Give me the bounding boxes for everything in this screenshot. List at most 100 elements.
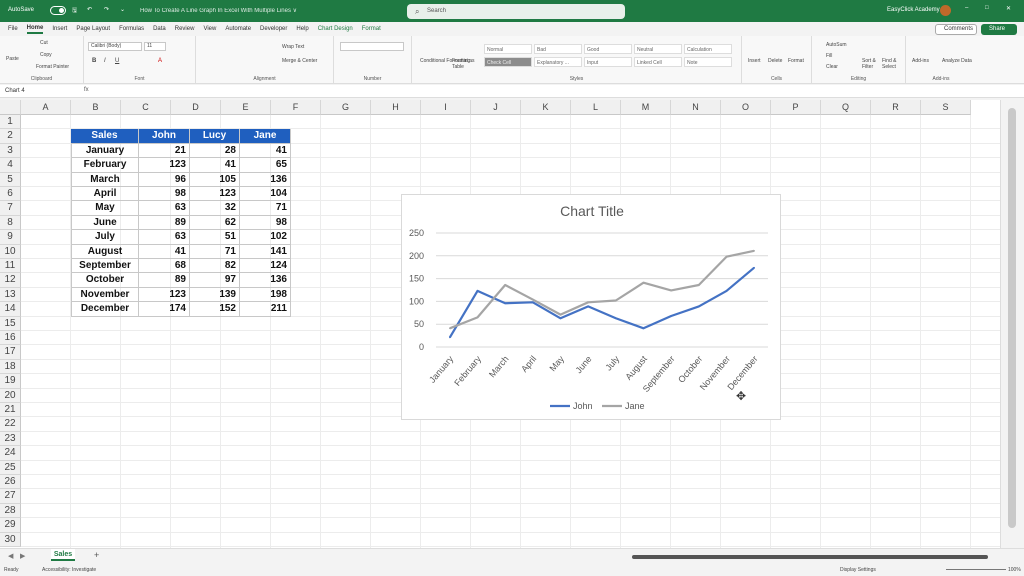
table-cell[interactable]: 136 — [240, 172, 291, 187]
row-header[interactable]: 2 — [0, 129, 21, 144]
row-header[interactable]: 29 — [0, 518, 21, 533]
column-header[interactable]: E — [221, 100, 271, 115]
table-cell[interactable]: 198 — [240, 287, 291, 303]
minimize-button[interactable]: – — [965, 5, 968, 11]
column-header[interactable]: G — [321, 100, 371, 115]
font-name-dropdown[interactable]: Calibri (Body) — [88, 42, 142, 51]
table-cell[interactable]: 102 — [240, 230, 291, 245]
table-cell[interactable]: January — [71, 143, 139, 159]
search-box[interactable]: ⌕ Search — [407, 4, 625, 19]
row-header[interactable]: 4 — [0, 158, 21, 173]
row-header[interactable]: 25 — [0, 460, 21, 475]
row-header[interactable]: 30 — [0, 532, 21, 547]
customize-toolbar-icon[interactable]: ⌄ — [120, 6, 125, 13]
row-header[interactable]: 12 — [0, 273, 21, 288]
tab-home[interactable]: Home — [26, 25, 44, 34]
style-bad[interactable]: Bad — [534, 44, 582, 54]
table-cell[interactable]: 139 — [190, 287, 240, 303]
table-cell[interactable]: September — [71, 259, 139, 274]
row-header[interactable]: 6 — [0, 187, 21, 202]
cut-button[interactable]: Cut — [40, 40, 48, 46]
zoom-slider[interactable] — [946, 569, 1006, 570]
row-header[interactable]: 22 — [0, 417, 21, 432]
delete-cells-button[interactable]: Delete — [768, 58, 782, 64]
row-header[interactable]: 1 — [0, 115, 21, 130]
table-cell[interactable]: 89 — [139, 215, 190, 231]
column-header[interactable]: F — [271, 100, 321, 115]
maximize-button[interactable]: □ — [985, 5, 989, 11]
row-header[interactable]: 24 — [0, 446, 21, 461]
add-sheet-button[interactable]: + — [94, 550, 99, 560]
row-header[interactable]: 21 — [0, 403, 21, 418]
row-header[interactable]: 15 — [0, 316, 21, 331]
row-header[interactable]: 5 — [0, 172, 21, 187]
table-cell[interactable]: 51 — [190, 230, 240, 245]
table-cell[interactable]: November — [71, 287, 139, 303]
table-header-cell[interactable]: Lucy — [190, 129, 240, 144]
table-cell[interactable]: February — [71, 158, 139, 173]
style-check-cell[interactable]: Check Cell — [484, 57, 532, 67]
copy-button[interactable]: Copy — [40, 52, 52, 58]
table-cell[interactable]: 123 — [139, 158, 190, 173]
undo-icon[interactable]: ↶ — [87, 6, 92, 13]
row-header[interactable]: 11 — [0, 259, 21, 274]
tab-insert[interactable]: Insert — [52, 26, 67, 32]
table-cell[interactable]: 68 — [139, 259, 190, 274]
row-header[interactable]: 20 — [0, 388, 21, 403]
row-header[interactable]: 8 — [0, 215, 21, 231]
tab-developer[interactable]: Developer — [260, 26, 287, 32]
column-header[interactable]: R — [871, 100, 921, 115]
table-cell[interactable]: 211 — [240, 302, 291, 317]
format-painter-button[interactable]: Format Painter — [36, 64, 69, 70]
column-header[interactable]: K — [521, 100, 571, 115]
table-cell[interactable]: 63 — [139, 201, 190, 216]
table-cell[interactable]: 21 — [139, 143, 190, 159]
column-header[interactable]: A — [21, 100, 71, 115]
tab-review[interactable]: Review — [175, 26, 195, 32]
style-calculation[interactable]: Calculation — [684, 44, 732, 54]
row-header[interactable]: 7 — [0, 201, 21, 216]
row-header[interactable]: 18 — [0, 359, 21, 375]
font-size-dropdown[interactable]: 11 — [144, 42, 166, 51]
column-header[interactable]: B — [71, 100, 121, 115]
clear-button[interactable]: Clear — [826, 64, 838, 70]
table-cell[interactable]: October — [71, 273, 139, 288]
row-header[interactable]: 3 — [0, 143, 21, 159]
share-button[interactable]: Share — [981, 24, 1017, 35]
redo-icon[interactable]: ↷ — [104, 6, 109, 13]
style-note[interactable]: Note — [684, 57, 732, 67]
sheet-tab-sales[interactable]: Sales — [51, 549, 75, 561]
table-header-cell[interactable]: Jane — [240, 129, 291, 144]
table-cell[interactable]: 105 — [190, 172, 240, 187]
row-header[interactable]: 28 — [0, 503, 21, 519]
select-all-corner[interactable] — [0, 100, 21, 115]
font-color-icon[interactable]: A — [158, 58, 162, 64]
close-button[interactable]: ✕ — [1006, 5, 1011, 12]
style-neutral[interactable]: Neutral — [634, 44, 682, 54]
prev-sheet-icon[interactable]: ◀ — [8, 552, 13, 560]
zoom-level[interactable]: 100% — [1008, 567, 1021, 573]
row-header[interactable]: 13 — [0, 287, 21, 303]
table-cell[interactable]: 41 — [190, 158, 240, 173]
fx-icon[interactable]: fx — [84, 87, 89, 93]
name-box[interactable]: Chart 4 — [3, 87, 71, 96]
italic-icon[interactable]: I — [104, 58, 106, 64]
table-cell[interactable]: 97 — [190, 273, 240, 288]
table-cell[interactable]: 71 — [190, 244, 240, 259]
line-chart[interactable]: Chart Title 0 50 100 150 200 250 January Februa… — [401, 194, 781, 420]
fill-button[interactable]: Fill — [826, 53, 832, 59]
tab-chart-design[interactable]: Chart Design — [318, 26, 353, 32]
table-cell[interactable]: 89 — [139, 273, 190, 288]
table-cell[interactable]: 32 — [190, 201, 240, 216]
style-normal[interactable]: Normal — [484, 44, 532, 54]
table-cell[interactable]: 174 — [139, 302, 190, 317]
tab-format[interactable]: Format — [362, 26, 381, 32]
insert-cells-button[interactable]: Insert — [748, 58, 761, 64]
row-header[interactable]: 16 — [0, 331, 21, 346]
style-good[interactable]: Good — [584, 44, 632, 54]
sort-filter-button[interactable]: Sort & Filter — [862, 58, 882, 70]
table-cell[interactable]: 136 — [240, 273, 291, 288]
underline-icon[interactable]: U — [115, 58, 119, 64]
avatar[interactable] — [940, 5, 951, 16]
table-header-cell[interactable]: Sales — [71, 129, 139, 144]
